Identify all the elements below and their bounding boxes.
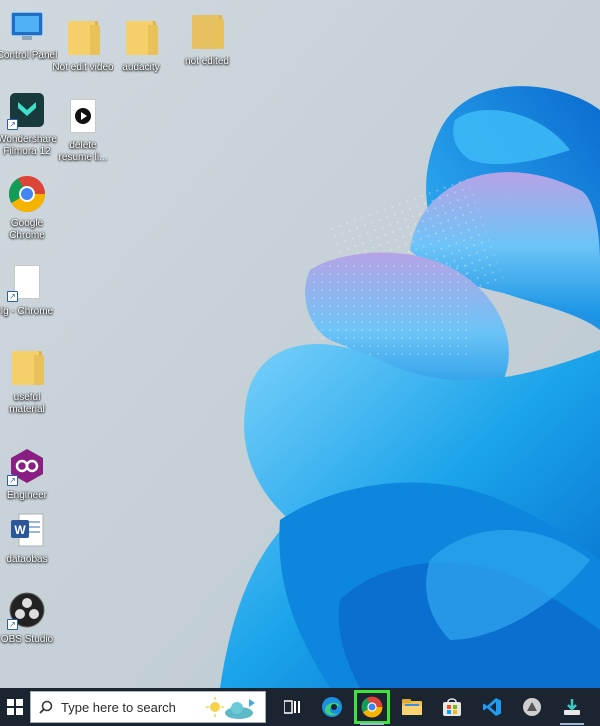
store-icon (443, 698, 461, 716)
obs-icon: ↗ (7, 590, 47, 630)
taskbar-app-button[interactable] (512, 688, 552, 726)
taskbar-chrome-button[interactable] (352, 688, 392, 726)
desktop-icon-google-chrome[interactable]: Google Chrome (0, 174, 58, 242)
taskbar-file-explorer-button[interactable] (392, 688, 432, 726)
folder-icon (63, 18, 103, 58)
desktop-icon-engineer[interactable]: ↗ Engineer (0, 446, 58, 502)
video-file-icon (63, 96, 103, 136)
desktop-icon-not-edit-video[interactable]: Not edit video (52, 18, 114, 74)
shortcut-arrow-icon: ↗ (7, 119, 18, 130)
windows-icon (7, 699, 23, 715)
desktop-icon-wondershare-filmora[interactable]: ↗ Wondershare Filmora 12 (0, 90, 58, 158)
chrome-icon (7, 174, 47, 214)
desktop-icon-audacity[interactable]: audacity (110, 18, 172, 74)
chrome-icon (361, 696, 383, 718)
desktop-icon-lg-chrome[interactable]: ↗ lg - Chrome (0, 262, 58, 318)
taskbar-installer-button[interactable] (552, 688, 592, 726)
shortcut-arrow-icon: ↗ (7, 619, 18, 630)
shortcut-arrow-icon: ↗ (7, 291, 18, 302)
start-button[interactable] (0, 688, 30, 726)
shortcut-arrow-icon: ↗ (7, 475, 18, 486)
file-explorer-icon (402, 699, 422, 715)
folder-icon (187, 12, 227, 52)
word-document-icon: W (7, 510, 47, 550)
taskbar-store-button[interactable] (432, 688, 472, 726)
folder-icon (7, 348, 47, 388)
filmora-icon: ↗ (7, 90, 47, 130)
search-icon (39, 700, 53, 714)
edge-icon (322, 697, 342, 717)
vscode-icon (483, 698, 501, 716)
desktop-icon-useful-material[interactable]: useful material (0, 348, 58, 416)
desktop-icon-not-edited[interactable]: not edited (176, 12, 238, 68)
document-icon: ↗ (7, 262, 47, 302)
taskbar-search-box[interactable]: Type here to search (30, 691, 266, 723)
task-view-button[interactable] (272, 688, 312, 726)
app-circle-icon (523, 698, 541, 716)
taskbar-vscode-button[interactable] (472, 688, 512, 726)
download-icon (564, 699, 580, 715)
folder-icon (121, 18, 161, 58)
svg-text:W: W (14, 523, 26, 537)
weather-widget[interactable] (205, 695, 259, 721)
task-view-icon (284, 700, 300, 714)
app-logo-icon: ↗ (7, 446, 47, 486)
weather-icon (206, 697, 255, 719)
desktop-icon-control-panel[interactable]: Control Panel (0, 6, 58, 62)
taskbar: Type here to search (0, 688, 600, 726)
desktop-icon-delete-resume[interactable]: delete resume li... (52, 96, 114, 164)
taskbar-edge-button[interactable] (312, 688, 352, 726)
desktop-icon-dataobas[interactable]: W dataobas (0, 510, 58, 566)
control-panel-icon (7, 6, 47, 46)
desktop-icon-obs-studio[interactable]: ↗ OBS Studio (0, 590, 58, 646)
search-placeholder: Type here to search (61, 699, 176, 715)
